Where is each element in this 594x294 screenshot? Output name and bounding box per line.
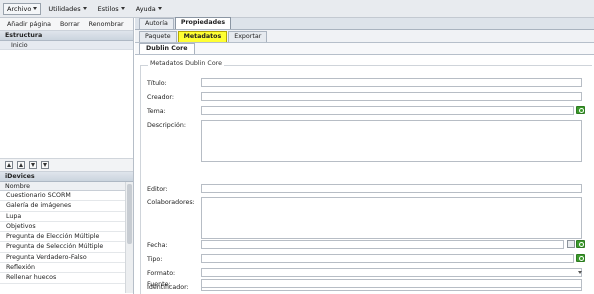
- metadata-tabs: Dublin Core: [135, 43, 594, 55]
- chevron-down-icon: [82, 7, 87, 10]
- tab-autoria[interactable]: Autoría: [139, 18, 174, 29]
- list-item[interactable]: Pregunta Verdadero-Falso: [0, 253, 125, 264]
- menubar: Archivo Utilidades Estilos Ayuda: [0, 0, 594, 18]
- menu-archivo[interactable]: Archivo: [3, 2, 42, 15]
- titulo-field[interactable]: [201, 78, 582, 87]
- label-fuente: Fuente:: [147, 281, 171, 288]
- list-item[interactable]: Galería de imágenes: [0, 201, 125, 212]
- chevron-down-icon: [33, 7, 38, 10]
- dublin-core-form: Metadatos Dublin Core Título: Creador: T…: [135, 55, 594, 294]
- idevices-column-header[interactable]: Nombre: [0, 182, 125, 191]
- add-fecha-icon[interactable]: [576, 240, 585, 248]
- menu-estilos[interactable]: Estilos: [94, 3, 129, 15]
- fieldset-legend: Metadatos Dublin Core: [148, 60, 224, 67]
- label-creador: Creador:: [147, 94, 175, 101]
- rename-button[interactable]: Renombrar: [89, 21, 124, 28]
- move-bottom-icon[interactable]: [41, 161, 49, 169]
- fuente-field[interactable]: [201, 279, 582, 288]
- list-item[interactable]: Cuestionario SCORM: [0, 191, 125, 202]
- creador-field[interactable]: [201, 92, 582, 101]
- tab-metadatos[interactable]: Metadatos: [177, 31, 228, 42]
- list-item[interactable]: Rellenar huecos: [0, 273, 125, 284]
- tipo-field[interactable]: [201, 254, 574, 263]
- menu-utilidades[interactable]: Utilidades: [44, 3, 90, 15]
- add-tipo-icon[interactable]: [576, 254, 585, 262]
- editor-field[interactable]: [201, 184, 582, 193]
- idevices-scrollbar[interactable]: [125, 182, 133, 293]
- structure-tree: Inicio: [0, 41, 133, 159]
- top-tabs: Autoría Propiedades: [135, 17, 594, 30]
- label-tipo: Tipo:: [147, 256, 163, 263]
- colaboradores-field[interactable]: [201, 197, 582, 239]
- list-item[interactable]: Pregunta de Selección Múltiple: [0, 242, 125, 253]
- main-panel: Autoría Propiedades Paquete Metadatos Ex…: [135, 17, 594, 294]
- move-down-icon[interactable]: [29, 161, 37, 169]
- descripcion-field[interactable]: [201, 120, 582, 162]
- formato-select[interactable]: [201, 268, 582, 277]
- list-item[interactable]: Pregunta de Elección Múltiple: [0, 232, 125, 243]
- structure-header: Estructura: [0, 31, 133, 41]
- calendar-icon[interactable]: [567, 240, 575, 248]
- move-top-icon[interactable]: [5, 161, 13, 169]
- label-colaboradores: Colaboradores:: [147, 199, 195, 206]
- left-panel: Añadir página Borrar Renombrar Estructur…: [0, 18, 134, 294]
- node-move-toolbar: [0, 159, 133, 172]
- tema-field[interactable]: [201, 106, 574, 115]
- idevices-header: iDevices: [0, 172, 133, 182]
- label-formato: Formato:: [147, 270, 176, 277]
- menu-utilidades-label: Utilidades: [48, 4, 81, 13]
- list-item[interactable]: Lupa: [0, 212, 125, 222]
- list-item[interactable]: Objetivos: [0, 222, 125, 233]
- tab-paquete[interactable]: Paquete: [139, 31, 177, 42]
- scroll-thumb[interactable]: [127, 184, 132, 244]
- label-fecha: Fecha:: [147, 242, 168, 249]
- list-item[interactable]: Reflexión: [0, 263, 125, 274]
- tree-item-inicio[interactable]: Inicio: [0, 41, 133, 50]
- menu-ayuda[interactable]: Ayuda: [132, 3, 166, 15]
- delete-button[interactable]: Borrar: [60, 21, 80, 28]
- structure-toolbar: Añadir página Borrar Renombrar: [0, 18, 133, 31]
- menu-estilos-label: Estilos: [97, 4, 119, 13]
- label-editor: Editor:: [147, 186, 168, 193]
- menu-ayuda-label: Ayuda: [135, 4, 156, 13]
- properties-tabs: Paquete Metadatos Exportar: [135, 30, 594, 43]
- label-tema: Tema:: [147, 108, 166, 115]
- tab-dublin-core[interactable]: Dublin Core: [139, 43, 195, 54]
- add-page-button[interactable]: Añadir página: [7, 21, 51, 28]
- add-tema-icon[interactable]: [576, 106, 585, 114]
- tab-exportar[interactable]: Exportar: [228, 31, 268, 42]
- idevices-list: Nombre Cuestionario SCORM Galería de imá…: [0, 182, 133, 293]
- chevron-down-icon: [157, 7, 162, 10]
- fecha-field[interactable]: [201, 240, 564, 249]
- label-titulo: Título:: [147, 80, 167, 87]
- move-up-icon[interactable]: [17, 161, 25, 169]
- chevron-down-icon: [120, 7, 125, 10]
- label-descripcion: Descripción:: [147, 122, 186, 129]
- menu-archivo-label: Archivo: [7, 4, 32, 13]
- chevron-down-icon[interactable]: [576, 268, 584, 276]
- tab-propiedades[interactable]: Propiedades: [174, 17, 232, 29]
